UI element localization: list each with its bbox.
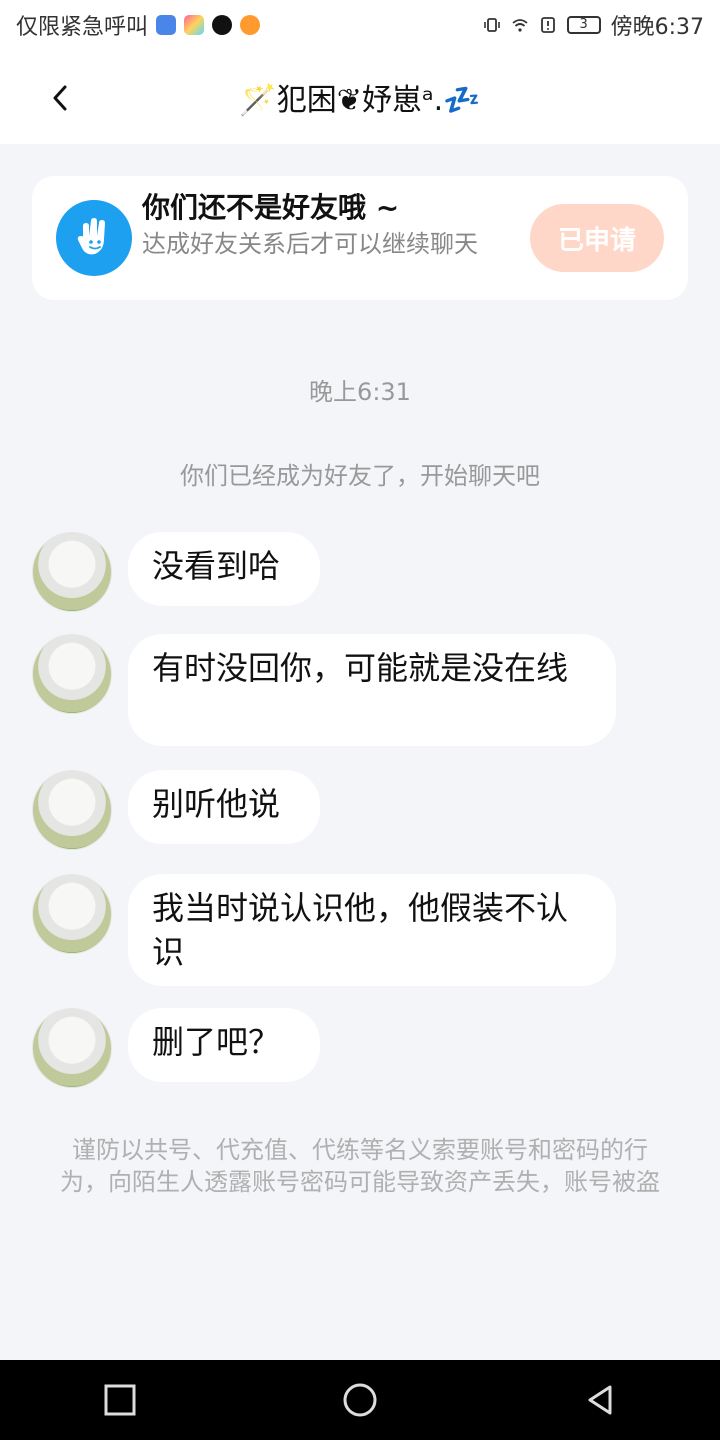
clock-time: 傍晚6:37: [610, 15, 704, 40]
home-button[interactable]: [337, 1377, 383, 1423]
back-nav-button[interactable]: [577, 1377, 623, 1423]
applied-button[interactable]: 已申请: [530, 204, 664, 272]
avatar[interactable]: [32, 874, 112, 954]
status-left: 仅限紧急呼叫: [16, 9, 261, 41]
message-bubble[interactable]: 别听他说: [128, 770, 320, 844]
triangle-back-icon: [588, 1385, 612, 1415]
chevron-left-icon: [53, 85, 67, 111]
battery-level: 3: [579, 17, 588, 32]
shield-app-icon: [156, 15, 177, 35]
avatar[interactable]: [32, 532, 112, 612]
wifi-icon: [512, 19, 528, 32]
avatar[interactable]: [32, 1008, 112, 1088]
battery-indicator: 3: [566, 16, 601, 34]
chat-header: 🪄犯困❦妤崽ᵃ.💤: [0, 50, 720, 144]
message-bubble[interactable]: 删了吧？: [128, 1008, 320, 1082]
friend-notice-description: 达成好友关系后才可以继续聊天: [142, 230, 478, 258]
circle-icon: [343, 1383, 377, 1417]
friend-notice-title: 你们还不是好友哦 ~: [142, 191, 400, 224]
avatar[interactable]: [32, 634, 112, 714]
alert-icon: [540, 17, 555, 33]
gradient-app-icon: [184, 15, 205, 35]
message-timestamp: 晚上6:31: [309, 378, 411, 406]
status-right: 3 傍晚6:37: [483, 9, 704, 41]
message-bubble[interactable]: 没看到哈: [128, 532, 320, 606]
status-bar: 仅限紧急呼叫 3 傍晚6:37: [0, 0, 720, 50]
vibrate-icon: [483, 18, 500, 32]
avatar[interactable]: [32, 770, 112, 850]
system-navigation-bar: [0, 1360, 720, 1440]
friend-notice-card: 你们还不是好友哦 ~ 达成好友关系后才可以继续聊天 已申请: [32, 176, 688, 300]
recent-apps-button[interactable]: [97, 1377, 143, 1423]
security-warning: 谨防以共号、代充值、代练等名义索要账号和密码的行为，向陌生人透露账号密码可能导致…: [60, 1136, 660, 1196]
square-icon: [104, 1384, 136, 1416]
back-button[interactable]: [40, 78, 80, 118]
carrier-status: 仅限紧急呼叫: [16, 15, 149, 40]
tiktok-icon: [212, 15, 233, 35]
hand-icon: [56, 200, 132, 276]
system-message: 你们已经成为好友了，开始聊天吧: [180, 462, 540, 490]
message-bubble[interactable]: 有时没回你，可能就是没在线: [128, 634, 616, 746]
chat-title: 🪄犯困❦妤崽ᵃ.💤: [239, 83, 481, 118]
message-bubble[interactable]: 我当时说认识他，他假装不认识: [128, 874, 616, 986]
orange-app-icon: [240, 15, 261, 35]
